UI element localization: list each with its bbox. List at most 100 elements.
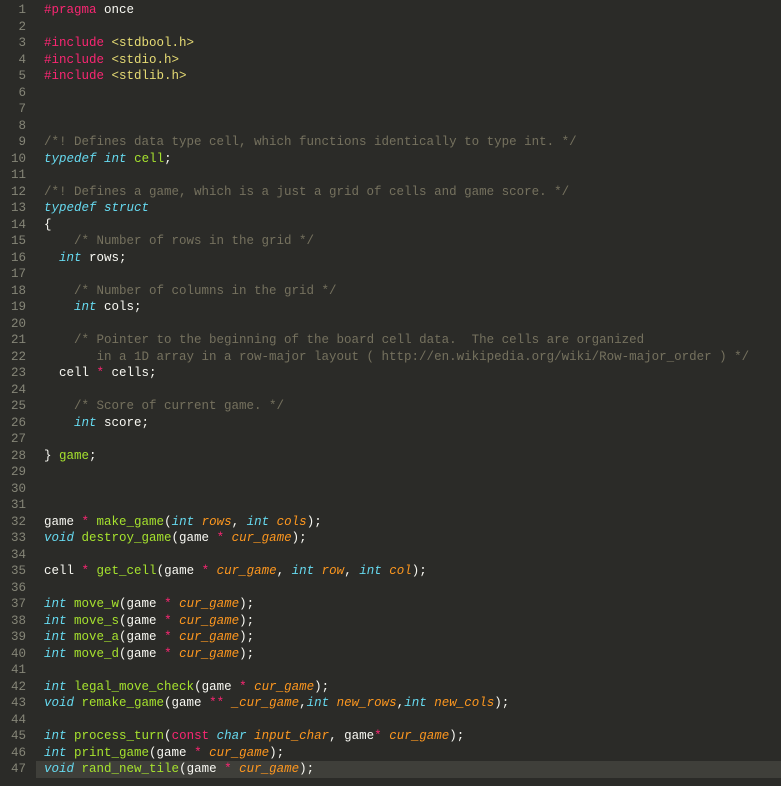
token: move_w bbox=[74, 597, 119, 611]
token: /* Score of current game. */ bbox=[74, 399, 284, 413]
code-line[interactable] bbox=[44, 101, 781, 118]
token: ( bbox=[164, 515, 172, 529]
code-line[interactable]: void remake_game(game ** _cur_game,int n… bbox=[44, 695, 781, 712]
token: { bbox=[44, 218, 52, 232]
code-line[interactable] bbox=[44, 712, 781, 729]
line-number: 14 bbox=[6, 217, 26, 234]
code-line[interactable] bbox=[44, 19, 781, 36]
line-number: 13 bbox=[6, 200, 26, 217]
code-line[interactable] bbox=[44, 382, 781, 399]
token: * bbox=[194, 746, 202, 760]
code-line[interactable] bbox=[44, 662, 781, 679]
token: <stdlib.h> bbox=[112, 69, 187, 83]
line-number: 8 bbox=[6, 118, 26, 135]
token: cur_game bbox=[232, 531, 292, 545]
code-line[interactable] bbox=[44, 167, 781, 184]
token: int bbox=[172, 515, 195, 529]
code-line[interactable]: { bbox=[44, 217, 781, 234]
line-number: 9 bbox=[6, 134, 26, 151]
line-number: 42 bbox=[6, 679, 26, 696]
line-number: 34 bbox=[6, 547, 26, 564]
code-line[interactable]: typedef int cell; bbox=[44, 151, 781, 168]
code-line[interactable]: void destroy_game(game * cur_game); bbox=[44, 530, 781, 547]
code-line[interactable] bbox=[44, 481, 781, 498]
line-number: 41 bbox=[6, 662, 26, 679]
line-number: 7 bbox=[6, 101, 26, 118]
code-line[interactable]: /* Pointer to the beginning of the board… bbox=[44, 332, 781, 349]
code-line[interactable]: #include <stdio.h> bbox=[44, 52, 781, 69]
code-line[interactable]: cell * get_cell(game * cur_game, int row… bbox=[44, 563, 781, 580]
token: * bbox=[82, 515, 90, 529]
line-number: 46 bbox=[6, 745, 26, 762]
line-number: 47 bbox=[6, 761, 26, 778]
code-line[interactable] bbox=[44, 547, 781, 564]
code-line[interactable] bbox=[44, 580, 781, 597]
token: rows bbox=[202, 515, 232, 529]
code-editor[interactable]: 1234567891011121314151617181920212223242… bbox=[0, 0, 781, 786]
code-line[interactable] bbox=[44, 464, 781, 481]
code-line[interactable]: void rand_new_tile(game * cur_game); bbox=[36, 761, 781, 778]
token: cur_game bbox=[209, 746, 269, 760]
token bbox=[172, 597, 180, 611]
code-line[interactable]: /* Score of current game. */ bbox=[44, 398, 781, 415]
token: once bbox=[97, 3, 135, 17]
token: cur_game bbox=[239, 762, 299, 776]
code-line[interactable]: #include <stdbool.h> bbox=[44, 35, 781, 52]
token: #include bbox=[44, 53, 104, 67]
token: move_d bbox=[74, 647, 119, 661]
line-number: 27 bbox=[6, 431, 26, 448]
token: move_a bbox=[74, 630, 119, 644]
code-line[interactable]: int move_s(game * cur_game); bbox=[44, 613, 781, 630]
code-line[interactable]: in a 1D array in a row-major layout ( ht… bbox=[44, 349, 781, 366]
token: new_rows bbox=[337, 696, 397, 710]
token bbox=[209, 729, 217, 743]
token: ); bbox=[292, 531, 307, 545]
token bbox=[44, 234, 74, 248]
token: cur_game bbox=[254, 680, 314, 694]
token: * bbox=[239, 680, 247, 694]
code-line[interactable]: int rows; bbox=[44, 250, 781, 267]
line-number: 44 bbox=[6, 712, 26, 729]
code-line[interactable]: int move_w(game * cur_game); bbox=[44, 596, 781, 613]
token: int bbox=[44, 746, 67, 760]
code-line[interactable] bbox=[44, 431, 781, 448]
code-line[interactable]: /* Number of rows in the grid */ bbox=[44, 233, 781, 250]
code-line[interactable]: #include <stdlib.h> bbox=[44, 68, 781, 85]
line-number: 32 bbox=[6, 514, 26, 531]
token bbox=[74, 762, 82, 776]
code-line[interactable]: typedef struct bbox=[44, 200, 781, 217]
code-line[interactable]: } game; bbox=[44, 448, 781, 465]
token: int bbox=[359, 564, 382, 578]
line-number: 16 bbox=[6, 250, 26, 267]
code-line[interactable]: int move_d(game * cur_game); bbox=[44, 646, 781, 663]
token: ); bbox=[269, 746, 284, 760]
code-line[interactable]: /*! Defines data type cell, which functi… bbox=[44, 134, 781, 151]
line-number: 31 bbox=[6, 497, 26, 514]
token: int bbox=[59, 251, 82, 265]
token: /* Pointer to the beginning of the board… bbox=[74, 333, 644, 347]
code-line[interactable] bbox=[44, 85, 781, 102]
token: (game bbox=[179, 762, 224, 776]
code-line[interactable]: cell * cells; bbox=[44, 365, 781, 382]
code-line[interactable]: int process_turn(const char input_char, … bbox=[44, 728, 781, 745]
code-area[interactable]: #pragma once #include <stdbool.h>#includ… bbox=[36, 0, 781, 786]
code-line[interactable]: int legal_move_check(game * cur_game); bbox=[44, 679, 781, 696]
code-line[interactable]: /*! Defines a game, which is a just a gr… bbox=[44, 184, 781, 201]
code-line[interactable]: int print_game(game * cur_game); bbox=[44, 745, 781, 762]
token: make_game bbox=[97, 515, 165, 529]
code-line[interactable]: #pragma once bbox=[44, 2, 781, 19]
code-line[interactable]: int score; bbox=[44, 415, 781, 432]
code-line[interactable]: int move_a(game * cur_game); bbox=[44, 629, 781, 646]
code-line[interactable] bbox=[44, 316, 781, 333]
token: int bbox=[44, 630, 67, 644]
token bbox=[224, 696, 232, 710]
code-line[interactable]: game * make_game(int rows, int cols); bbox=[44, 514, 781, 531]
token: int bbox=[44, 680, 67, 694]
token bbox=[89, 564, 97, 578]
code-line[interactable] bbox=[44, 118, 781, 135]
code-line[interactable] bbox=[44, 497, 781, 514]
code-line[interactable] bbox=[44, 266, 781, 283]
code-line[interactable]: /* Number of columns in the grid */ bbox=[44, 283, 781, 300]
code-line[interactable]: int cols; bbox=[44, 299, 781, 316]
token: new_cols bbox=[434, 696, 494, 710]
